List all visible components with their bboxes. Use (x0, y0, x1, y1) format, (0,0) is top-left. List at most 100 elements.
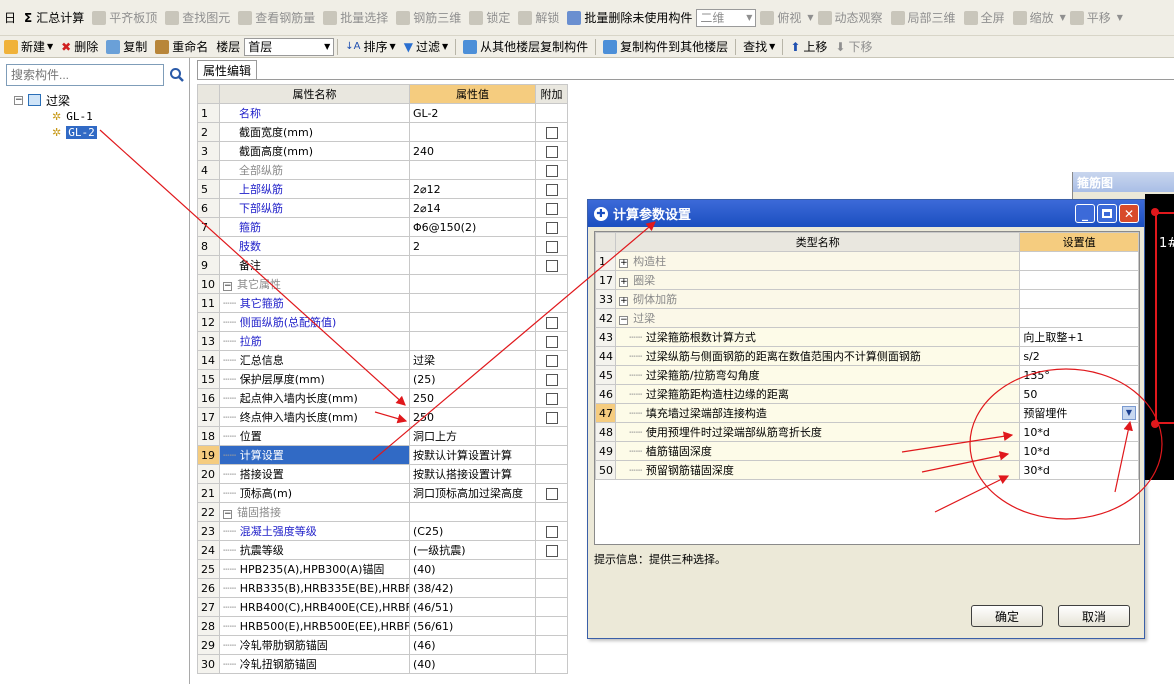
toolbar-button-11[interactable]: 动态观察 (814, 8, 887, 28)
collapse-icon[interactable]: − (619, 316, 629, 325)
property-value-cell[interactable]: GL-2 (409, 103, 536, 123)
calc-setting-row[interactable]: 48 ┄┄ 使用预埋件时过梁端部纵筋弯折长度 10*d (595, 422, 1139, 442)
property-name-cell[interactable]: ┄┄ 冷轧扭钢筋锚固 (219, 654, 410, 674)
property-value-cell[interactable]: (一级抗震) (409, 540, 536, 560)
new-button[interactable]: 新建 ▼ (0, 37, 57, 57)
property-value-cell[interactable] (409, 312, 536, 332)
property-row[interactable]: 4 全部纵筋 (197, 160, 568, 180)
property-name-cell[interactable]: ┄┄ HRB500(E),HRB500E(EE),HRBF (219, 616, 410, 636)
toolbar-button-12[interactable]: 局部三维 (887, 8, 960, 28)
setting-value-cell[interactable] (1019, 251, 1139, 271)
property-name-cell[interactable]: 截面宽度(mm) (219, 122, 410, 142)
setting-name-cell[interactable]: ┄┄ 过梁箍筋/拉筋弯勾角度 (615, 365, 1021, 385)
calc-setting-row[interactable]: 50 ┄┄ 预留钢筋锚固深度 30*d (595, 460, 1139, 480)
property-row[interactable]: 24 ┄┄ 抗震等级 (一级抗震) (197, 540, 568, 560)
property-name-cell[interactable]: ┄┄ 其它箍筋 (219, 293, 410, 313)
setting-value-cell[interactable]: s/2 (1019, 346, 1139, 366)
property-value-cell[interactable]: 按默认计算设置计算 (409, 445, 536, 465)
copy-button[interactable]: 复制 (102, 37, 151, 57)
property-value-cell[interactable]: (25) (409, 369, 536, 389)
property-value-cell[interactable]: 洞口上方 (409, 426, 536, 446)
calc-setting-row[interactable]: 43 ┄┄ 过梁箍筋根数计算方式 向上取整+1 (595, 327, 1139, 347)
toolbar-button-8[interactable]: 批量删除未使用构件 (563, 8, 696, 28)
find-button[interactable]: 查找 ▼ (739, 37, 779, 57)
property-name-cell[interactable]: 截面高度(mm) (219, 141, 410, 161)
delete-button[interactable]: ✖ 删除 (57, 37, 102, 57)
property-row[interactable]: 27 ┄┄ HRB400(C),HRB400E(CE),HRBF (46/51) (197, 597, 568, 617)
property-value-cell[interactable]: 洞口顶标高加过梁高度 (409, 483, 536, 503)
property-name-cell[interactable]: ┄┄ 汇总信息 (219, 350, 410, 370)
property-value-cell[interactable]: (56/61) (409, 616, 536, 636)
property-name-cell[interactable]: ┄┄ 起点伸入墙内长度(mm) (219, 388, 410, 408)
extra-checkbox[interactable] (545, 164, 558, 177)
extra-checkbox[interactable] (545, 183, 558, 196)
property-name-cell[interactable]: ┄┄ 冷轧带肋钢筋锚固 (219, 635, 410, 655)
property-value-cell[interactable]: (40) (409, 654, 536, 674)
property-value-cell[interactable] (409, 331, 536, 351)
property-row[interactable]: 1 名称 GL-2 (197, 103, 568, 123)
window-menu-fragment[interactable]: 日 (0, 8, 20, 28)
property-name-cell[interactable]: 上部纵筋 (219, 179, 410, 199)
property-name-cell[interactable]: − 其它属性 (219, 274, 410, 294)
setting-value-cell[interactable] (1019, 289, 1139, 309)
collapse-icon[interactable]: − (223, 510, 232, 519)
view-mode-select[interactable]: 二维 ▼ (696, 8, 757, 27)
expand-icon[interactable]: + (619, 278, 629, 287)
setting-name-cell[interactable]: ┄┄ 植筋锚固深度 (615, 441, 1021, 461)
setting-value-cell[interactable] (1019, 308, 1139, 328)
property-value-cell[interactable]: 按默认搭接设置计算 (409, 464, 536, 484)
property-name-cell[interactable]: ┄┄ 侧面纵筋(总配筋值) (219, 312, 410, 332)
property-name-cell[interactable]: ┄┄ 位置 (219, 426, 410, 446)
property-name-cell[interactable]: ┄┄ 保护层厚度(mm) (219, 369, 410, 389)
property-value-cell[interactable]: Φ6@150(2) (409, 217, 536, 237)
property-value-cell[interactable]: 250 (409, 388, 536, 408)
expand-icon[interactable]: + (619, 297, 629, 306)
property-name-cell[interactable]: 下部纵筋 (219, 198, 410, 218)
setting-value-cell[interactable]: 50 (1019, 384, 1139, 404)
property-name-cell[interactable]: ┄┄ 抗震等级 (219, 540, 410, 560)
cancel-button[interactable]: 取消 (1058, 605, 1130, 627)
tree-node-gl2[interactable]: ✲ GL-2 (52, 124, 97, 140)
setting-value-cell[interactable]: 10*d (1019, 441, 1139, 461)
extra-checkbox[interactable] (545, 525, 558, 538)
property-name-cell[interactable]: 箍筋 (219, 217, 410, 237)
setting-value-cell[interactable]: 30*d (1019, 460, 1139, 480)
sort-button[interactable]: ↓A 排序 ▼ (341, 37, 399, 57)
maximize-button[interactable] (1097, 204, 1117, 223)
setting-name-cell[interactable]: + 砌体加筋 (615, 289, 1021, 309)
toolbar-button-4[interactable]: 批量选择 (319, 8, 392, 28)
extra-checkbox[interactable] (545, 202, 558, 215)
property-name-cell[interactable]: − 锚固搭接 (219, 502, 410, 522)
property-row[interactable]: 11 ┄┄ 其它箍筋 (197, 293, 568, 313)
property-row[interactable]: 2 截面宽度(mm) (197, 122, 568, 142)
extra-checkbox[interactable] (545, 392, 558, 405)
property-row[interactable]: 16 ┄┄ 起点伸入墙内长度(mm) 250 (197, 388, 568, 408)
property-value-cell[interactable]: (46/51) (409, 597, 536, 617)
extra-checkbox[interactable] (545, 544, 558, 557)
property-row[interactable]: 28 ┄┄ HRB500(E),HRB500E(EE),HRBF (56/61) (197, 616, 568, 636)
toolbar-button-5[interactable]: 钢筋三维 (392, 8, 465, 28)
property-name-cell[interactable]: ┄┄ 拉筋 (219, 331, 410, 351)
setting-name-cell[interactable]: ┄┄ 过梁纵筋与侧面钢筋的距离在数值范围内不计算侧面钢筋 (615, 346, 1021, 366)
property-value-cell[interactable]: 240 (409, 141, 536, 161)
property-row[interactable]: 26 ┄┄ HRB335(B),HRB335E(BE),HRBF (38/42) (197, 578, 568, 598)
calc-setting-row[interactable]: 46 ┄┄ 过梁箍筋距构造柱边缘的距离 50 (595, 384, 1139, 404)
property-row[interactable]: 7 箍筋 Φ6@150(2) (197, 217, 568, 237)
toolbar-button-7[interactable]: 解锁 (514, 8, 563, 28)
calc-setting-row[interactable]: 1 + 构造柱 (595, 251, 1139, 271)
toolbar-button-3[interactable]: 查看钢筋量 (234, 8, 319, 28)
collapse-icon[interactable]: − (223, 282, 232, 291)
property-row[interactable]: 25 ┄┄ HPB235(A),HPB300(A)锚固 (40) (197, 559, 568, 579)
extra-checkbox[interactable] (545, 145, 558, 158)
property-name-cell[interactable]: ┄┄ 计算设置 (219, 445, 410, 465)
calc-setting-row[interactable]: 49 ┄┄ 植筋锚固深度 10*d (595, 441, 1139, 461)
property-value-cell[interactable]: (C25) (409, 521, 536, 541)
extra-checkbox[interactable] (545, 487, 558, 500)
extra-checkbox[interactable] (545, 411, 558, 424)
property-name-cell[interactable]: ┄┄ HRB335(B),HRB335E(BE),HRBF (219, 578, 410, 598)
setting-value-cell[interactable] (1019, 270, 1139, 290)
setting-value-cell[interactable]: 预留埋件 ▼ (1019, 403, 1139, 423)
property-row[interactable]: 29 ┄┄ 冷轧带肋钢筋锚固 (46) (197, 635, 568, 655)
property-name-cell[interactable]: ┄┄ 搭接设置 (219, 464, 410, 484)
property-value-cell[interactable]: 2⌀14 (409, 198, 536, 218)
